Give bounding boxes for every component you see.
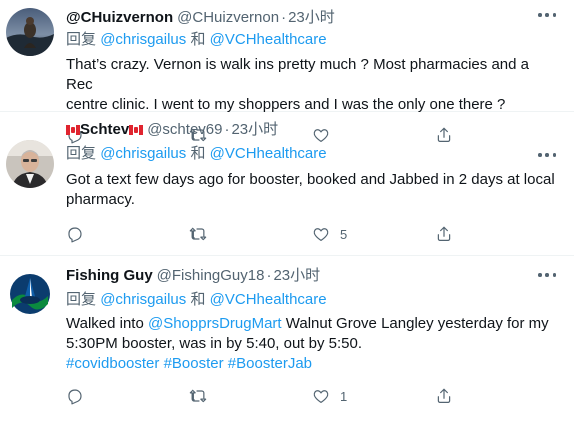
- avatar[interactable]: [6, 270, 54, 318]
- like-button[interactable]: 1: [312, 387, 435, 405]
- hashtag-link[interactable]: #covidbooster: [66, 355, 159, 372]
- tweet-text-line: Walked into @ShopprsDrugMart Walnut Grov…: [66, 314, 558, 334]
- mention-link[interactable]: @VCHhealthcare: [210, 291, 327, 308]
- share-icon: [437, 388, 451, 403]
- text-segment: Walked into: [66, 315, 148, 332]
- like-count: 5: [340, 226, 348, 242]
- timestamp[interactable]: 23小时: [288, 8, 335, 28]
- hashtag-link[interactable]: #BoosterJab: [228, 355, 312, 372]
- reply-icon: [68, 227, 82, 243]
- tweet-text-line: 5:30PM booster, was in by 5:40, out by 5…: [66, 335, 363, 352]
- mention-link[interactable]: @VCHhealthcare: [210, 145, 327, 162]
- reply-button[interactable]: [66, 387, 189, 405]
- reply-context: 回复 @chrisgailus 和 @VCHhealthcare: [66, 144, 558, 164]
- tweet-text: Got a text few days ago for booster, boo…: [66, 170, 558, 210]
- heart-icon: [313, 390, 329, 403]
- tweet[interactable]: Fishing Guy @FishingGuy18 · 23小时 回复 @chr…: [0, 256, 574, 435]
- tweet-header: Fishing Guy @FishingGuy18 · 23小时: [66, 266, 558, 286]
- separator-dot: ·: [281, 9, 287, 26]
- reply-context: 回复 @chrisgailus 和 @VCHhealthcare: [66, 30, 558, 50]
- tweet-actions: 1: [66, 380, 558, 412]
- retweet-icon: [189, 389, 207, 403]
- reply-button[interactable]: [66, 225, 189, 243]
- canada-flag-icon: [66, 125, 80, 135]
- tweet-text-line: pharmacy.: [66, 191, 135, 208]
- avatar[interactable]: [6, 140, 54, 188]
- handle[interactable]: @CHuizvernon: [177, 8, 279, 28]
- tweet-actions: 5: [66, 218, 558, 250]
- like-button[interactable]: 5: [312, 225, 435, 243]
- hashtag-line: #covidbooster #Booster #BoosterJab: [66, 354, 558, 374]
- share-icon: [437, 226, 451, 241]
- share-button[interactable]: [435, 387, 558, 405]
- separator-dot: ·: [266, 267, 272, 284]
- handle[interactable]: @schtev69: [147, 120, 222, 140]
- display-name[interactable]: Schtev: [66, 120, 144, 140]
- tweet-header: @CHuizvernon @CHuizvernon · 23小时: [66, 8, 558, 28]
- separator-dot: ·: [224, 121, 230, 138]
- tweet-text-line: That’s crazy. Vernon is walk ins pretty …: [66, 56, 529, 93]
- heart-icon: [313, 228, 329, 241]
- retweet-button[interactable]: [189, 387, 312, 405]
- display-name[interactable]: Fishing Guy: [66, 266, 153, 286]
- conjunction: 和: [190, 145, 206, 162]
- tweet[interactable]: @CHuizvernon @CHuizvernon · 23小时 回复 @chr…: [0, 0, 574, 144]
- display-name[interactable]: @CHuizvernon: [66, 8, 173, 28]
- display-name-text: Schtev: [80, 121, 130, 138]
- handle[interactable]: @FishingGuy18: [157, 266, 265, 286]
- like-count: 1: [340, 388, 348, 404]
- reply-prefix: 回复: [66, 291, 97, 308]
- tweet[interactable]: Schtev @schtev69 · 23小时 回复 @chrisgailus …: [0, 112, 574, 256]
- retweet-button[interactable]: [189, 225, 312, 243]
- tweet-header: Schtev @schtev69 · 23小时: [66, 120, 558, 140]
- more-options-icon[interactable]: [538, 272, 556, 278]
- mention-link[interactable]: @chrisgailus: [100, 291, 186, 308]
- reply-context: 回复 @chrisgailus 和 @VCHhealthcare: [66, 290, 558, 310]
- tweet-text: Walked into @ShopprsDrugMart Walnut Grov…: [66, 314, 558, 374]
- retweet-icon: [189, 227, 207, 241]
- share-button[interactable]: [435, 225, 558, 243]
- tweet-text: That’s crazy. Vernon is walk ins pretty …: [66, 55, 558, 115]
- reply-prefix: 回复: [66, 145, 97, 162]
- conjunction: 和: [190, 31, 206, 48]
- mention-link[interactable]: @ShopprsDrugMart: [148, 315, 282, 332]
- timestamp[interactable]: 23小时: [273, 266, 320, 286]
- avatar[interactable]: [6, 8, 54, 56]
- mention-link[interactable]: @chrisgailus: [100, 145, 186, 162]
- more-options-icon[interactable]: [538, 12, 556, 18]
- hashtag-link[interactable]: #Booster: [164, 355, 224, 372]
- timestamp[interactable]: 23小时: [231, 120, 278, 140]
- tweet-text-line: Got a text few days ago for booster, boo…: [66, 171, 555, 188]
- text-segment: Walnut Grove Langley yesterday for my: [281, 315, 549, 332]
- reply-icon: [68, 389, 82, 405]
- mention-link[interactable]: @VCHhealthcare: [210, 31, 327, 48]
- mention-link[interactable]: @chrisgailus: [100, 31, 186, 48]
- reply-prefix: 回复: [66, 31, 97, 48]
- canada-flag-icon: [129, 125, 144, 135]
- conjunction: 和: [190, 291, 206, 308]
